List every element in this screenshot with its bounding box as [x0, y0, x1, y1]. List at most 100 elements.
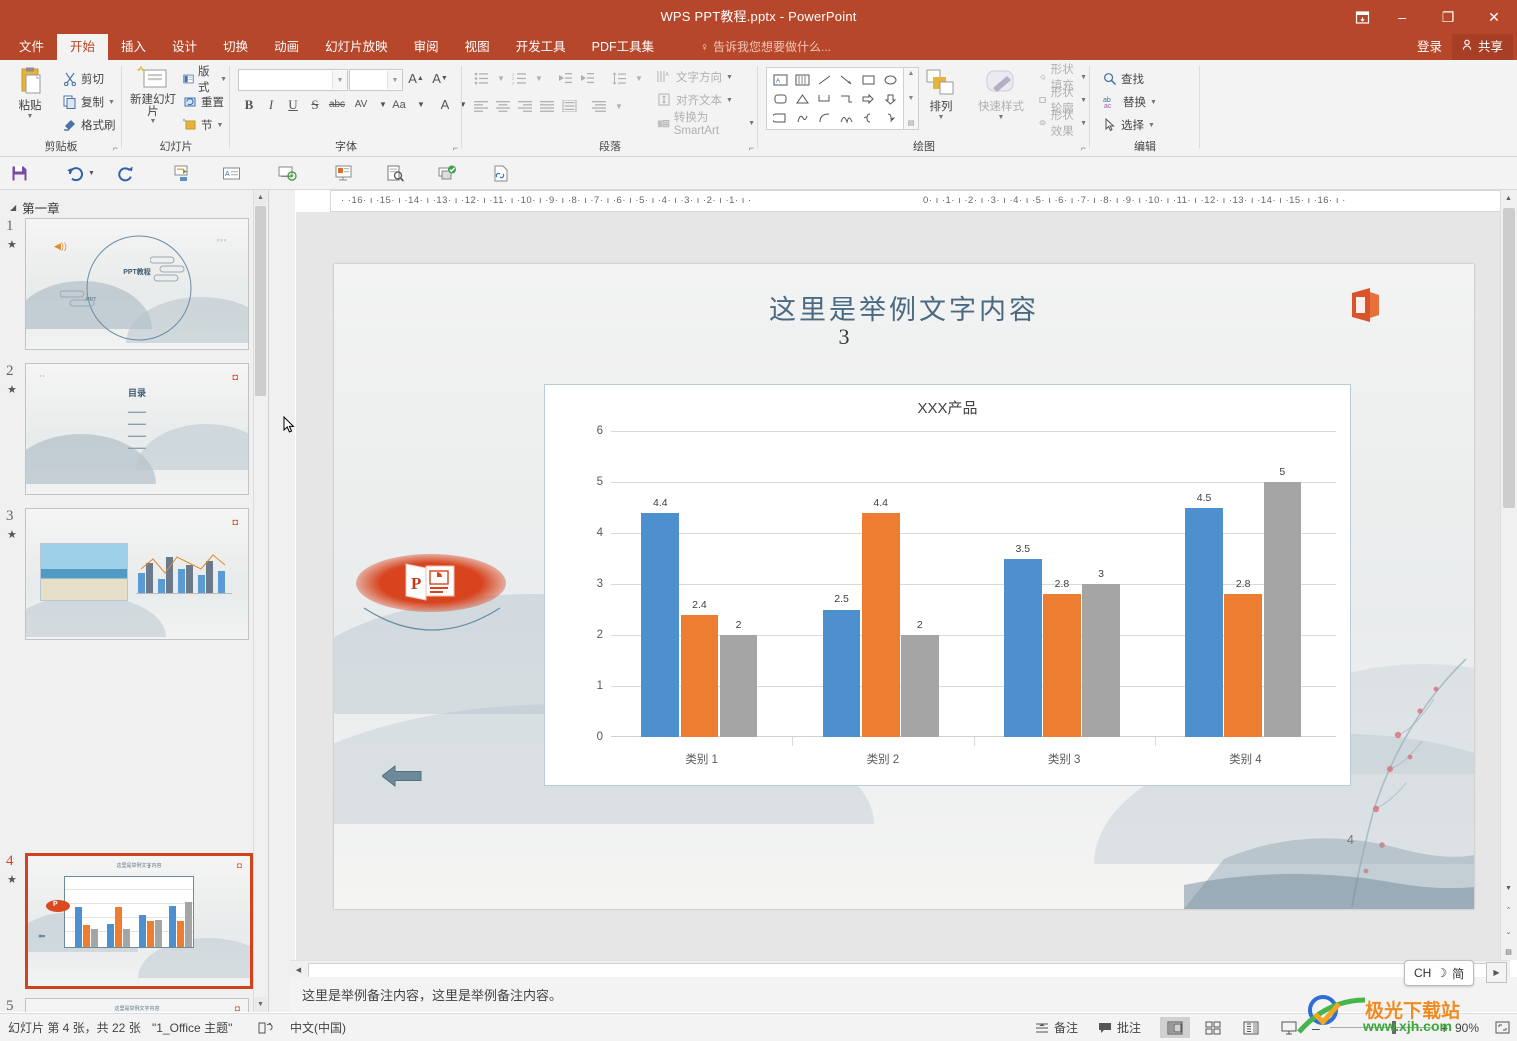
arc-shape[interactable] [813, 108, 835, 127]
font-size-combobox[interactable]: ▼ [349, 69, 403, 91]
bar-c2-s2[interactable] [861, 512, 900, 737]
bold-button[interactable]: B [238, 94, 260, 115]
slide-vertical-scrollbar[interactable]: ▲ ▼ ⌃ ⌄ ▤ [1500, 190, 1517, 960]
bar-c1-s2[interactable] [680, 614, 719, 737]
align-text-button[interactable]: 对齐文本 ▼ [654, 89, 736, 111]
right-arrow-shape[interactable] [857, 89, 879, 108]
chevron-down-icon[interactable]: ▼ [220, 76, 227, 83]
redo-icon[interactable] [112, 160, 138, 186]
numbering-button[interactable]: 123 [508, 68, 530, 88]
clipboard-dialog-launcher[interactable]: ⌐ [113, 143, 118, 153]
bar-chart[interactable]: XXX产品 6 5 4 3 2 1 0 4.4 2.4 2 类别 1 2.5 4… [544, 384, 1351, 786]
justify-button[interactable] [536, 96, 558, 116]
arrange-button[interactable]: 排列 ▼ [915, 68, 967, 138]
line-spacing-button[interactable] [608, 68, 630, 88]
comments-button[interactable]: 批注 [1098, 1014, 1141, 1041]
bar-c4-s1[interactable] [1185, 507, 1223, 737]
shapes-gallery[interactable]: A ▲ ▼ ▤ [766, 67, 919, 130]
decrease-indent-button[interactable] [554, 68, 576, 88]
down-arrow-shape[interactable] [879, 89, 901, 108]
text-box-shape[interactable]: A [769, 70, 791, 89]
ribbon-display-options-icon[interactable] [1345, 0, 1379, 34]
section-header[interactable]: ◢ 第一章 [10, 198, 60, 217]
bar-c4-s2[interactable] [1224, 594, 1263, 737]
undo-icon[interactable] [62, 160, 88, 186]
triangle-shape[interactable] [791, 89, 813, 108]
tab-slideshow[interactable]: 幻灯片放映 [312, 34, 401, 60]
chevron-up-icon[interactable]: ▲ [908, 70, 915, 77]
vertical-text-shape[interactable] [791, 70, 813, 89]
folded-corner-shape[interactable] [769, 108, 791, 127]
slide-thumbnail-pane[interactable]: ◢ 第一章 1 ★ PPT教程 ·PPT ◀)) ᵛ ᵛ ᵛ 2 ★ 目录 ▬▬… [0, 190, 269, 1012]
slide-thumbnail-3[interactable]: ◘ [25, 508, 249, 640]
bullets-button[interactable] [470, 68, 492, 88]
tab-view[interactable]: 视图 [452, 34, 503, 60]
paragraph-dialog-launcher[interactable]: ⌐ [749, 143, 754, 153]
new-slide-button[interactable]: 新建幻灯片 ▼ [126, 66, 180, 138]
tab-insert[interactable]: 插入 [108, 34, 159, 60]
section-button[interactable]: 节 ▼ [180, 114, 226, 136]
layout-button[interactable]: 版式 ▼ [180, 66, 230, 94]
tell-me-search[interactable]: ♀ 告诉我您想要做什么... [700, 34, 831, 60]
scroll-up-icon[interactable]: ▲ [1501, 190, 1516, 206]
bar-c3-s3[interactable] [1082, 584, 1120, 737]
theme-status[interactable]: "1_Office 主题" [152, 1014, 232, 1041]
bar-c3-s2[interactable] [1043, 594, 1081, 737]
tab-design[interactable]: 设计 [159, 34, 210, 60]
text-shadow-button[interactable]: abc [326, 94, 348, 115]
chevron-down-icon[interactable]: ▼ [150, 118, 157, 125]
chevron-down-icon[interactable]: ▼ [387, 71, 402, 89]
scroll-down-icon[interactable]: ▼ [254, 997, 267, 1012]
previous-slide-icon[interactable]: ⌃ [1501, 902, 1516, 918]
decrease-font-size-button[interactable]: A ▼ [429, 68, 451, 89]
zoom-level-label[interactable]: 90% [1455, 1014, 1479, 1041]
slide-title[interactable]: 这里是举例文字内容 [334, 288, 1474, 327]
hyperlink-icon[interactable] [488, 160, 514, 186]
align-left-button[interactable] [470, 96, 492, 116]
more-shapes-icon[interactable]: ▤ [908, 119, 915, 127]
copy-button[interactable]: 复制 ▼ [60, 91, 124, 113]
line-shape[interactable] [813, 70, 835, 89]
format-painter-button[interactable]: 格式刷 [60, 114, 124, 136]
ime-expand-icon[interactable]: ▶ [1486, 962, 1507, 983]
cut-button[interactable]: 剪切 [60, 68, 124, 90]
fit-slide-icon[interactable] [1495, 1014, 1510, 1041]
slide-horizontal-scrollbar[interactable]: ◀ [290, 960, 1510, 978]
tab-file[interactable]: 文件 [6, 34, 57, 60]
save-icon[interactable] [6, 160, 32, 186]
normal-view-icon[interactable] [1160, 1017, 1190, 1038]
replace-button[interactable]: ab ac 替换 ▼ [1100, 91, 1160, 113]
slide-thumbnail-2[interactable]: 目录 ▬▬▬▬ ▬▬▬▬ ▬▬▬▬ ▬▬▬▬ ◘ ᵛ ᵛ [25, 363, 249, 495]
section-nav-icon[interactable]: ▤ [1501, 944, 1516, 960]
bar-c1-s3[interactable] [719, 635, 758, 737]
reset-button[interactable]: 重置 [180, 91, 227, 113]
insert-textbox-icon[interactable]: A [218, 160, 244, 186]
scroll-thumb[interactable] [255, 206, 266, 396]
pane-divider[interactable] [269, 190, 295, 1012]
font-name-combobox[interactable]: ▼ [238, 69, 348, 91]
chevron-down-icon[interactable]: ▼ [1080, 97, 1087, 104]
next-slide-icon[interactable]: ⌄ [1501, 924, 1516, 940]
curve-shape[interactable] [835, 108, 857, 127]
scroll-thumb[interactable] [308, 963, 1490, 978]
chevron-down-icon[interactable]: ▼ [528, 68, 550, 88]
tab-pdf-tools[interactable]: PDF工具集 [579, 34, 668, 60]
chevron-down-icon[interactable]: ▼ [726, 74, 733, 81]
slideshow-icon[interactable] [330, 160, 356, 186]
present-icon[interactable] [274, 160, 300, 186]
oval-shape[interactable] [879, 70, 901, 89]
align-center-button[interactable] [492, 96, 514, 116]
scroll-thumb[interactable] [1503, 208, 1515, 508]
minimize-button[interactable]: – [1379, 0, 1425, 34]
quick-styles-button[interactable]: 快速样式 ▼ [970, 68, 1032, 138]
underline-button[interactable]: U [282, 94, 304, 115]
language-status[interactable]: 中文(中国) [290, 1014, 346, 1041]
maximize-button[interactable]: ❐ [1425, 0, 1471, 34]
chevron-down-icon[interactable]: ▼ [1080, 120, 1087, 127]
paste-button[interactable]: 粘贴 ▼ [4, 66, 56, 132]
freeform-shape[interactable] [791, 108, 813, 127]
bar-c4-s3[interactable] [1263, 482, 1302, 737]
chevron-down-icon[interactable]: ▼ [726, 97, 733, 104]
increase-font-size-button[interactable]: A ▲ [405, 68, 427, 89]
notes-button[interactable]: 备注 [1035, 1014, 1078, 1041]
